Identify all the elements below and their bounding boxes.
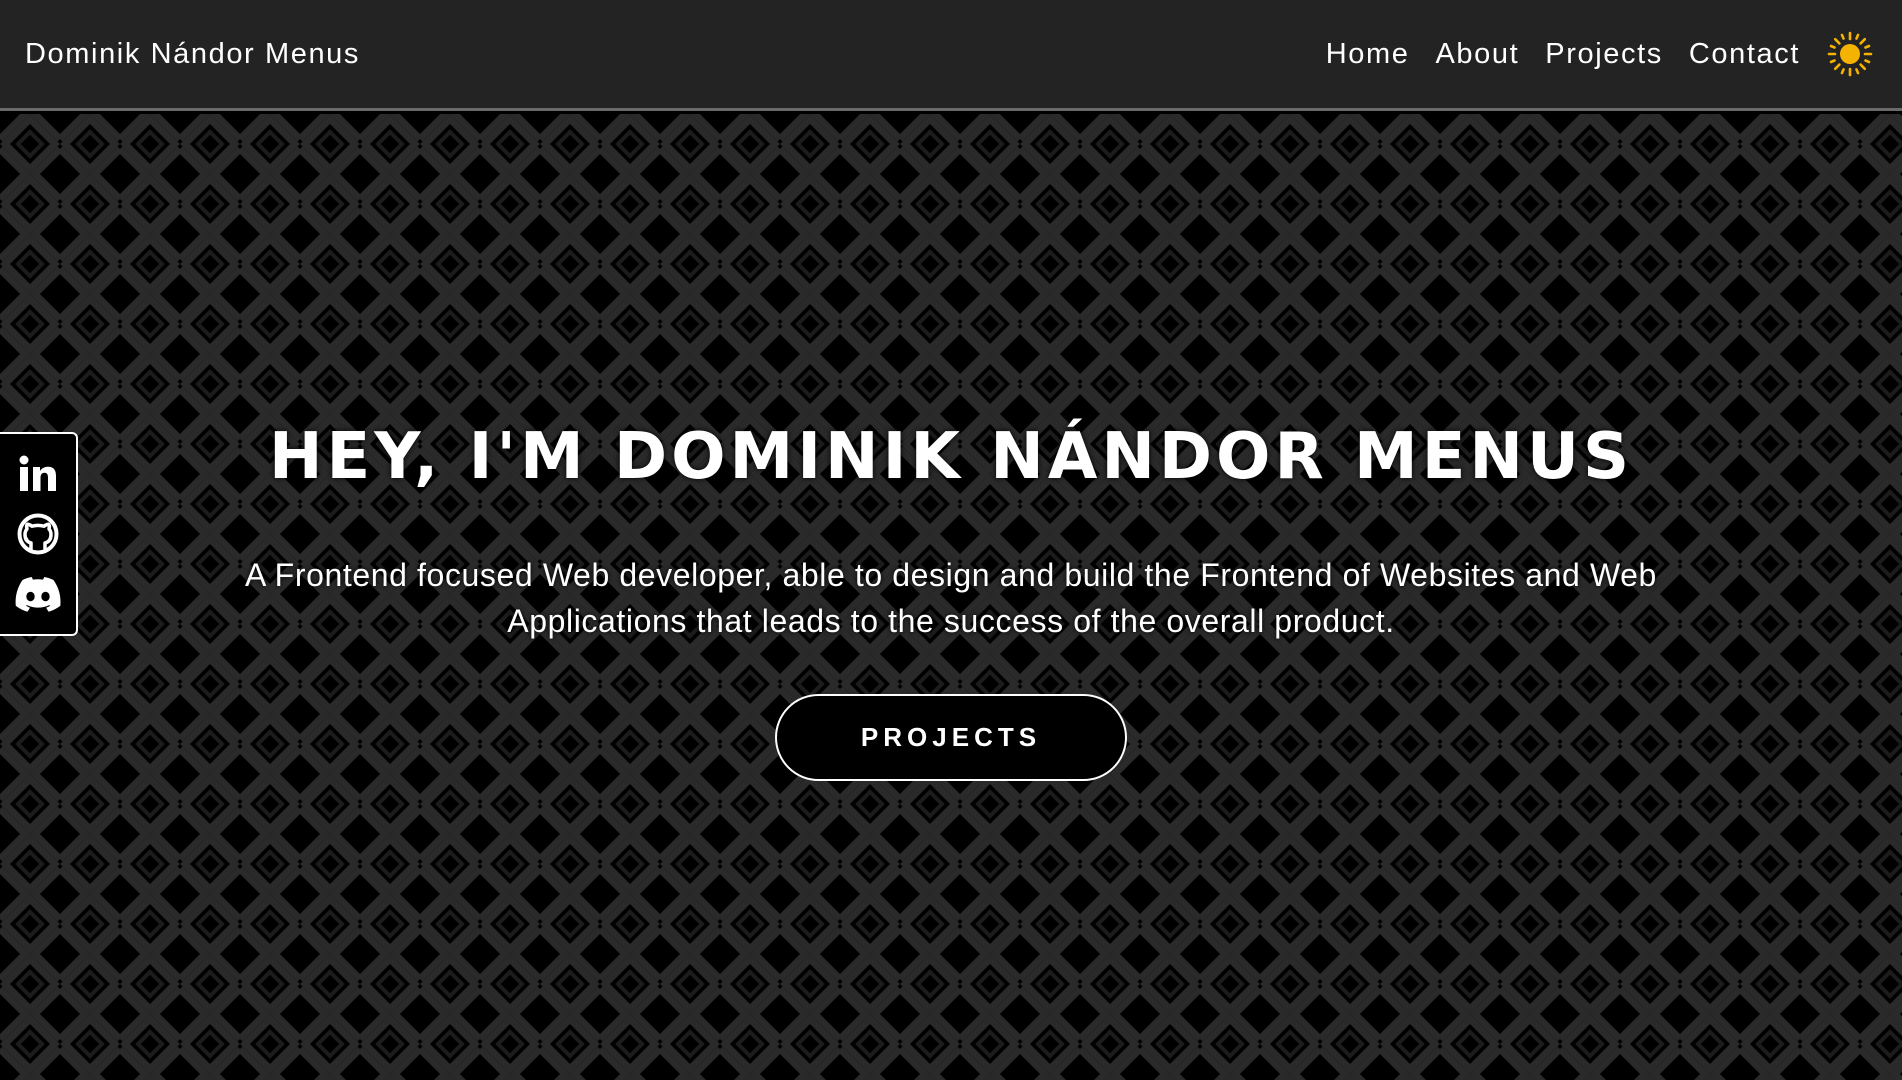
linkedin-icon (19, 455, 56, 491)
nav-link-contact[interactable]: Contact (1689, 38, 1800, 71)
social-sidebar (0, 432, 78, 636)
github-link[interactable] (14, 510, 62, 558)
nav-link-about[interactable]: About (1435, 38, 1519, 71)
hero-subtitle: A Frontend focused Web developer, able t… (245, 557, 1657, 639)
nav-link-projects[interactable]: Projects (1545, 38, 1663, 71)
brand-link[interactable]: Dominik Nándor Menus (25, 38, 360, 71)
discord-link[interactable] (14, 570, 62, 618)
sun-icon (1827, 31, 1873, 77)
nav-links: Home About Projects Contact (1300, 30, 1874, 78)
nav-link-home[interactable]: Home (1326, 38, 1410, 71)
hero-content: HEY, I'M DOMINIK NÁNDOR MENUS A Frontend… (0, 114, 1902, 1080)
hero-title: HEY, I'M DOMINIK NÁNDOR MENUS (268, 420, 1634, 494)
github-icon (17, 513, 59, 555)
projects-button[interactable]: PROJECTS (775, 694, 1127, 781)
theme-toggle-button[interactable] (1826, 30, 1874, 78)
discord-icon (15, 577, 61, 612)
linkedin-link[interactable] (14, 450, 62, 498)
navbar: Dominik Nándor Menus Home About Projects… (0, 0, 1902, 111)
